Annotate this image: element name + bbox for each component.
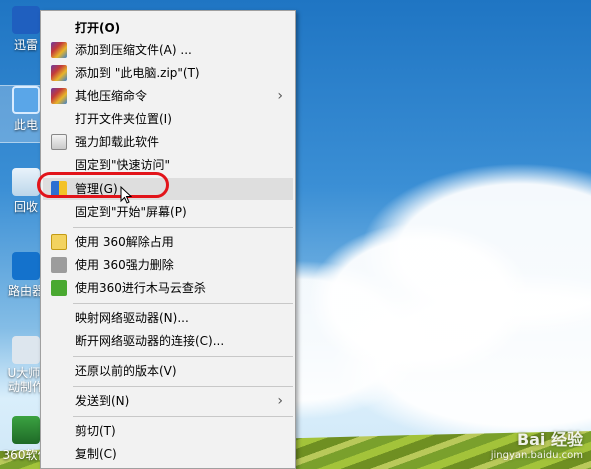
context-menu: 打开(O) 添加到压缩文件(A) ... 添加到 "此电脑.zip"(T) 其他… [40,10,296,469]
menu-item-label: 映射网络驱动器(N)... [75,311,189,325]
usb-tool-icon [12,336,40,364]
menu-item-label: 其他压缩命令 [75,89,148,103]
chevron-right-icon: › [277,88,283,104]
menu-separator [73,386,293,387]
menu-item-label: 使用 360解除占用 [75,235,174,249]
menu-item-label: 固定到"开始"屏幕(P) [75,205,187,219]
menu-item-map-network-drive[interactable]: 映射网络驱动器(N)... [43,307,293,329]
menu-item-cut[interactable]: 剪切(T) [43,420,293,442]
menu-item-label: 还原以前的版本(V) [75,364,177,378]
watermark-brand: Bai 经验 [516,430,583,449]
menu-item-send-to[interactable]: 发送到(N) › [43,390,293,412]
menu-item-360-unlock[interactable]: 使用 360解除占用 [43,231,293,253]
wifi-router-icon [12,252,40,280]
menu-separator [73,303,293,304]
recycle-bin-icon [12,168,40,196]
computer-icon [12,86,40,114]
menu-separator [73,416,293,417]
menu-item-label: 添加到压缩文件(A) ... [75,43,192,57]
baidu-jingyan-watermark: Bai 经验 jingyan.baidu.com [491,426,583,461]
folder-unlock-icon [51,234,67,250]
menu-item-label: 使用360进行木马云查杀 [75,281,206,295]
360-security-icon [51,280,67,296]
mouse-pointer-icon [120,186,132,204]
menu-item-pin-start[interactable]: 固定到"开始"屏幕(P) [43,201,293,223]
360-software-icon [12,416,40,444]
menu-item-label: 断开网络驱动器的连接(C)... [75,334,225,348]
xunlei-icon [12,6,40,34]
shredder-icon [51,257,67,273]
menu-item-label: 打开文件夹位置(I) [75,112,172,126]
winrar-icon [51,88,67,104]
menu-item-label: 使用 360强力删除 [75,258,174,272]
menu-item-add-to-archive[interactable]: 添加到压缩文件(A) ... [43,39,293,61]
watermark-url: jingyan.baidu.com [490,450,583,461]
menu-separator [73,356,293,357]
trash-icon [51,134,67,150]
menu-item-label: 剪切(T) [75,424,116,438]
menu-item-label: 固定到"快速访问" [75,158,171,172]
chevron-right-icon: › [277,393,283,409]
menu-item-label: 打开(O) [75,21,121,35]
winrar-icon [51,65,67,81]
menu-item-label: 发送到(N) [75,394,130,408]
menu-item-other-compress[interactable]: 其他压缩命令 › [43,85,293,107]
menu-item-copy[interactable]: 复制(C) [43,443,293,465]
menu-item-open[interactable]: 打开(O) [43,17,293,39]
menu-item-360-force-delete[interactable]: 使用 360强力删除 [43,254,293,276]
menu-separator [73,227,293,228]
menu-item-add-to-zip[interactable]: 添加到 "此电脑.zip"(T) [43,62,293,84]
winrar-icon [51,42,67,58]
menu-item-label: 添加到 "此电脑.zip"(T) [75,66,200,80]
menu-item-label: 强力卸载此软件 [75,135,160,149]
menu-item-label: 复制(C) [75,447,117,461]
annotation-highlight-ring [37,172,169,198]
menu-item-360-trojan-scan[interactable]: 使用360进行木马云查杀 [43,277,293,299]
menu-item-disconnect-network-drive[interactable]: 断开网络驱动器的连接(C)... [43,330,293,352]
menu-item-open-folder-location[interactable]: 打开文件夹位置(I) [43,108,293,130]
menu-item-restore-previous-versions[interactable]: 还原以前的版本(V) [43,360,293,382]
menu-item-force-uninstall[interactable]: 强力卸载此软件 [43,131,293,153]
